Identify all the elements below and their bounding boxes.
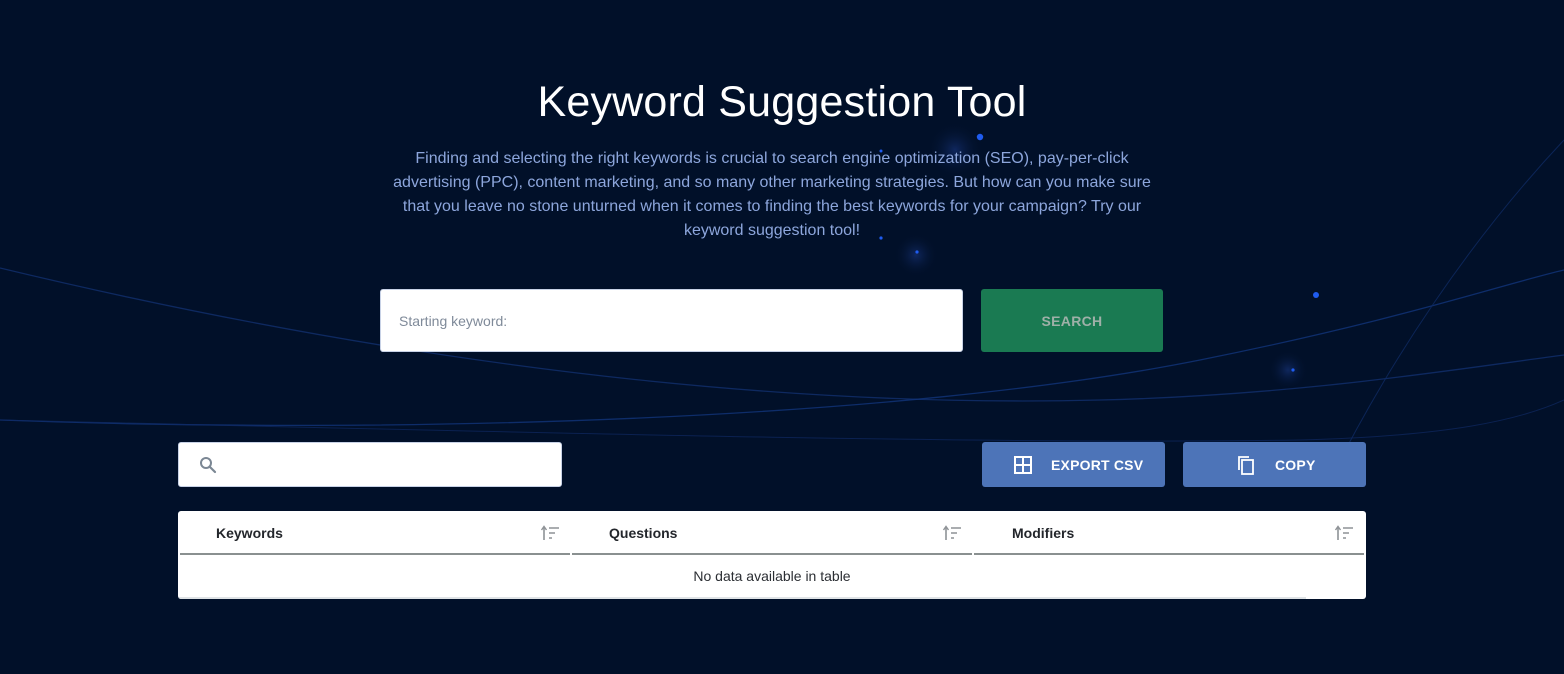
search-icon xyxy=(200,457,217,474)
table-header: Keywords Questions Modifiers xyxy=(180,511,1364,555)
background-dot xyxy=(1291,368,1295,372)
keyword-results-table: Keywords Questions Modifiers No data ava… xyxy=(178,511,1366,599)
column-header-modifiers[interactable]: Modifiers xyxy=(974,511,1364,555)
table-filter-field[interactable] xyxy=(178,442,562,487)
grid-icon xyxy=(1014,456,1032,474)
search-button[interactable]: SEARCH xyxy=(981,289,1163,352)
column-label: Questions xyxy=(609,525,678,541)
page-title: Keyword Suggestion Tool xyxy=(537,78,1027,126)
column-label: Modifiers xyxy=(1012,525,1075,541)
copy-button[interactable]: COPY xyxy=(1183,442,1366,487)
export-csv-label: EXPORT CSV xyxy=(1051,456,1144,473)
background-dot xyxy=(1313,292,1319,298)
copy-label: COPY xyxy=(1275,456,1316,473)
copy-icon xyxy=(1238,456,1254,475)
column-label: Keywords xyxy=(216,525,283,541)
starting-keyword-input[interactable] xyxy=(380,289,963,352)
table-filter-input[interactable] xyxy=(227,443,557,486)
column-header-questions[interactable]: Questions xyxy=(572,511,972,555)
background-diagonal-line xyxy=(1329,139,1564,481)
page-description: Finding and selecting the right keywords… xyxy=(393,150,1151,239)
background-dot xyxy=(915,250,919,254)
table-empty-message: No data available in table xyxy=(693,568,851,584)
sort-icon[interactable] xyxy=(1334,524,1354,542)
export-csv-button[interactable]: EXPORT CSV xyxy=(982,442,1165,487)
page: Keyword Suggestion Tool Finding and sele… xyxy=(0,0,1564,674)
sort-icon[interactable] xyxy=(540,524,560,542)
background-dot xyxy=(976,133,984,141)
table-scrollbar-track xyxy=(178,597,1306,599)
background-arc-line xyxy=(0,399,1564,442)
sort-icon[interactable] xyxy=(942,524,962,542)
column-header-keywords[interactable]: Keywords xyxy=(180,511,570,555)
